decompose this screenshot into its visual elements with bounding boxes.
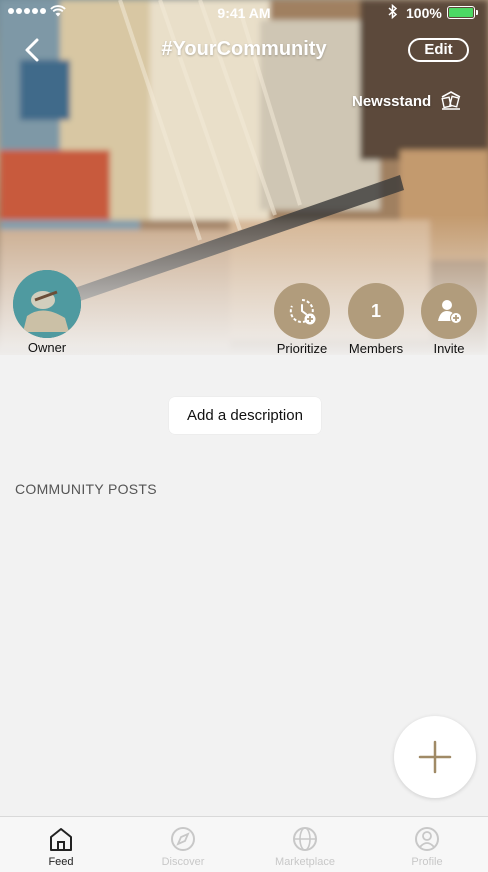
- tab-feed-label: Feed: [48, 856, 74, 868]
- prioritize-label: Prioritize: [276, 341, 328, 356]
- prioritize-circle: [274, 283, 330, 339]
- edit-button[interactable]: Edit: [408, 38, 469, 62]
- tab-discover-label: Discover: [161, 856, 205, 868]
- invite-circle: [421, 283, 477, 339]
- chevron-left-icon: [25, 38, 39, 62]
- battery-level: [449, 8, 473, 17]
- bluetooth-icon: [388, 4, 398, 19]
- tab-feed[interactable]: Feed: [0, 817, 122, 872]
- back-button[interactable]: [20, 36, 44, 64]
- invite-label: Invite: [433, 341, 465, 356]
- tab-profile[interactable]: Profile: [366, 817, 488, 872]
- invite-button[interactable]: Invite: [421, 283, 477, 356]
- tab-discover[interactable]: Discover: [122, 817, 244, 872]
- battery-tip: [476, 10, 478, 15]
- tab-marketplace[interactable]: Marketplace: [244, 817, 366, 872]
- members-count: 1: [370, 300, 381, 321]
- battery-percent: 100%: [406, 5, 442, 21]
- prioritize-icon: [289, 299, 316, 325]
- compass-icon: [171, 827, 195, 851]
- category-newsstand[interactable]: Newsstand: [352, 90, 463, 112]
- owner-avatar-image: [13, 270, 81, 338]
- members-circle: 1: [348, 283, 404, 339]
- members-label: Members: [348, 341, 404, 356]
- tab-profile-label: Profile: [411, 856, 443, 868]
- status-bar: 9:41 AM 100%: [0, 0, 488, 26]
- plus-icon: [418, 740, 452, 774]
- globe-icon: [293, 827, 317, 851]
- home-icon: [50, 828, 72, 851]
- newsstand-icon: [441, 91, 461, 110]
- prioritize-button[interactable]: Prioritize: [274, 283, 330, 356]
- profile-icon: [415, 827, 439, 851]
- owner-label: Owner: [27, 340, 67, 355]
- owner-button[interactable]: Owner: [13, 270, 81, 355]
- add-description-button[interactable]: Add a description: [169, 397, 321, 434]
- add-post-button[interactable]: [394, 716, 476, 798]
- battery-icon: [447, 6, 475, 19]
- owner-avatar: [13, 270, 81, 338]
- tab-bar: Feed Discover Marketplace Profile: [0, 816, 488, 872]
- community-posts-header: COMMUNITY POSTS: [15, 481, 157, 497]
- category-label: Newsstand: [352, 92, 432, 110]
- tab-marketplace-label: Marketplace: [275, 856, 335, 868]
- members-button[interactable]: 1 Members: [348, 283, 404, 356]
- invite-icon: [438, 300, 462, 324]
